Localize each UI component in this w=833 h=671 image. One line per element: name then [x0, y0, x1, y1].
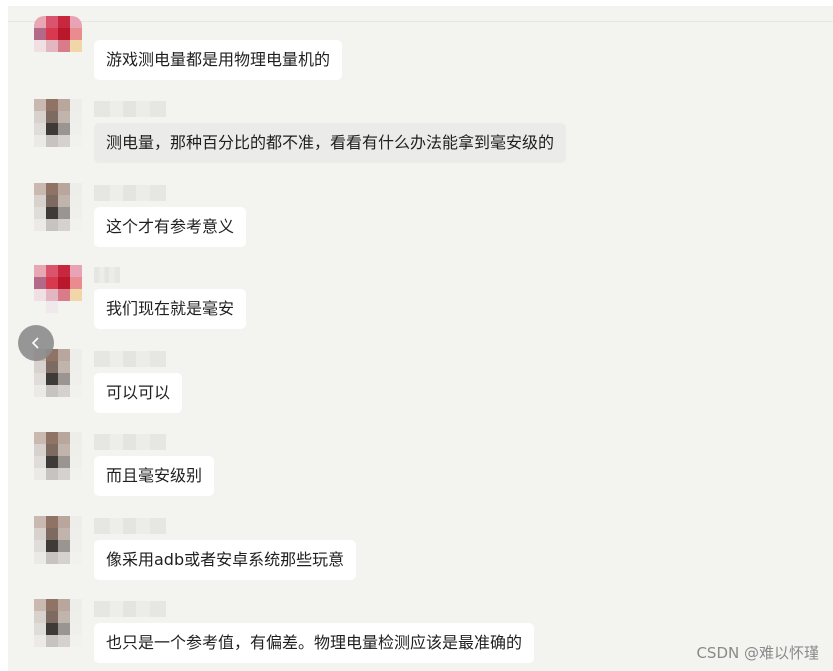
- message-row: 这个才有参考意义: [8, 183, 833, 263]
- avatar[interactable]: [34, 432, 82, 480]
- message-bubble[interactable]: 游戏测电量都是用物理电量机的: [94, 40, 343, 80]
- message-bubble[interactable]: 这个才有参考意义: [94, 207, 247, 247]
- message-row: 像采用adb或者安卓系统那些玩意: [8, 516, 833, 596]
- sender-name: [94, 101, 166, 117]
- message-row: 而且毫安级别: [8, 432, 833, 512]
- sender-name: [94, 351, 166, 367]
- chevron-left-icon: [31, 337, 39, 349]
- sender-name: [94, 185, 166, 201]
- message-bubble[interactable]: 也只是一个参考值，有偏差。物理电量检测应该是最准确的: [94, 623, 535, 663]
- message-row: 测电量，那种百分比的都不准，看看有什么办法能拿到毫安级的: [8, 99, 833, 179]
- avatar[interactable]: [34, 516, 82, 564]
- message-bubble[interactable]: 而且毫安级别: [94, 456, 215, 496]
- avatar[interactable]: [34, 99, 82, 147]
- sender-name: [94, 434, 166, 450]
- message-row: 我们现在就是毫安: [8, 265, 833, 345]
- avatar[interactable]: [34, 16, 82, 64]
- message-row: 可以可以: [8, 349, 833, 429]
- previous-button[interactable]: [18, 325, 54, 361]
- chat-panel: 游戏测电量都是用物理电量机的 测电量，那种百分比的都不准，看看有什么办法能拿到毫…: [8, 6, 833, 671]
- avatar[interactable]: [34, 183, 82, 231]
- sender-name: [94, 518, 166, 534]
- message-bubble[interactable]: 可以可以: [94, 373, 183, 413]
- message-bubble[interactable]: 我们现在就是毫安: [94, 289, 247, 329]
- sender-name: [94, 601, 166, 617]
- message-bubble[interactable]: 像采用adb或者安卓系统那些玩意: [94, 540, 357, 580]
- avatar[interactable]: [34, 265, 82, 313]
- avatar[interactable]: [34, 599, 82, 647]
- message-row: 游戏测电量都是用物理电量机的: [8, 16, 833, 96]
- message-bubble[interactable]: 测电量，那种百分比的都不准，看看有什么办法能拿到毫安级的: [94, 123, 567, 163]
- watermark: CSDN @难以怀瑾: [696, 644, 819, 662]
- sender-name: [94, 267, 120, 283]
